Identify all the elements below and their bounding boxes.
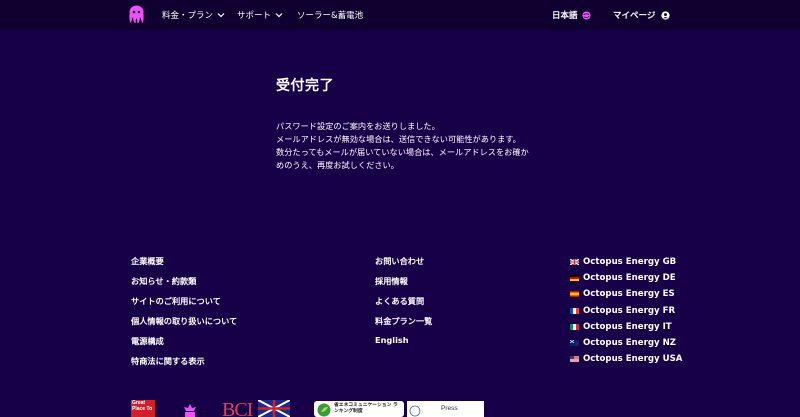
footer-link-contact[interactable]: お問い合わせ bbox=[375, 255, 432, 275]
country-link-it[interactable]: Octopus Energy IT bbox=[570, 319, 682, 335]
nav-pricing[interactable]: 料金・プラン bbox=[162, 9, 225, 21]
nav-pricing-label: 料金・プラン bbox=[162, 11, 214, 21]
flag-gb-icon bbox=[570, 259, 579, 266]
user-icon bbox=[661, 10, 670, 20]
nav-solar-label: ソーラー&蓄電池 bbox=[297, 11, 364, 21]
country-link-nz[interactable]: Octopus Energy NZ bbox=[570, 335, 682, 351]
site-header: 料金・プラン サポート ソーラー&蓄電池 日本語 マイページ bbox=[0, 0, 800, 30]
flag-de-icon bbox=[570, 275, 579, 282]
country-label: Octopus Energy NZ bbox=[583, 338, 677, 349]
footer-links-support: お問い合わせ 採用情報 よくある質問 料金プラン一覧 English bbox=[375, 255, 432, 355]
footer-country-list: Octopus Energy GB Octopus Energy DE Octo… bbox=[570, 254, 682, 367]
footer-link-careers[interactable]: 採用情報 bbox=[375, 275, 432, 295]
country-label: Octopus Energy USA bbox=[583, 354, 683, 365]
footer-link-english[interactable]: English bbox=[375, 335, 432, 355]
footer-links-company: 企業概要 お知らせ・約款類 サイトのご利用について 個人情報の取り扱いについて … bbox=[131, 255, 237, 375]
language-label: 日本語 bbox=[552, 11, 578, 21]
award-crest-icon bbox=[184, 404, 196, 417]
confirmation-panel: 受付完了 パスワード設定のご案内をお送りしました。 メールアドレスが無効な場合は… bbox=[276, 75, 536, 172]
leaf-icon bbox=[317, 403, 331, 417]
mypage-link[interactable]: マイページ bbox=[613, 9, 670, 21]
chevron-down-icon bbox=[217, 13, 225, 18]
nav-support-label: サポート bbox=[237, 11, 272, 21]
country-link-de[interactable]: Octopus Energy DE bbox=[570, 270, 682, 286]
country-label: Octopus Energy FR bbox=[583, 305, 676, 316]
press-badge-text: Press bbox=[441, 405, 458, 412]
country-link-es[interactable]: Octopus Energy ES bbox=[570, 286, 682, 302]
energy-saving-ranking-badge: 省エネコミュニケーション ランキング制度 bbox=[314, 401, 404, 417]
footer-link-privacy[interactable]: 個人情報の取り扱いについて bbox=[131, 315, 237, 335]
flag-nz-icon bbox=[570, 340, 579, 347]
message-paragraph: パスワード設定のご案内をお送りしました。 bbox=[276, 121, 440, 131]
footer-link-news[interactable]: お知らせ・約款類 bbox=[131, 275, 237, 295]
press-circle-icon bbox=[409, 405, 421, 417]
globe-icon bbox=[581, 10, 591, 20]
energy-saving-ranking-text: 省エネコミュニケーション ランキング制度 bbox=[334, 403, 398, 414]
language-switcher[interactable]: 日本語 bbox=[552, 9, 591, 21]
country-link-fr[interactable]: Octopus Energy FR bbox=[570, 303, 682, 319]
flag-us-icon bbox=[570, 356, 579, 363]
chevron-down-icon bbox=[275, 13, 283, 18]
flag-es-icon bbox=[570, 291, 579, 298]
octopus-logo-icon[interactable] bbox=[128, 5, 145, 24]
country-label: Octopus Energy GB bbox=[583, 257, 677, 268]
flag-fr-icon bbox=[570, 307, 579, 314]
message-paragraph: 数分たってもメールが届いていない場合は、メールアドレスをお確かめのうえ、再度お試… bbox=[276, 147, 529, 170]
flag-it-icon bbox=[570, 323, 579, 330]
country-link-us[interactable]: Octopus Energy USA bbox=[570, 351, 682, 367]
nav-support[interactable]: サポート bbox=[237, 9, 283, 21]
great-place-to-work-badge: Great Place To bbox=[131, 400, 155, 417]
press-badge: Press bbox=[407, 401, 484, 417]
country-label: Octopus Energy DE bbox=[583, 273, 676, 284]
nav-solar[interactable]: ソーラー&蓄電池 bbox=[297, 9, 363, 21]
page-title: 受付完了 bbox=[276, 78, 334, 94]
message-paragraph: メールアドレスが無効な場合は、送信できない可能性があります。 bbox=[276, 134, 521, 144]
country-label: Octopus Energy IT bbox=[583, 321, 672, 332]
country-link-gb[interactable]: Octopus Energy GB bbox=[570, 254, 682, 270]
mypage-label: マイページ bbox=[613, 11, 656, 21]
footer-link-plans[interactable]: 料金プラン一覧 bbox=[375, 315, 432, 335]
country-label: Octopus Energy ES bbox=[583, 289, 675, 300]
footer-link-commerce-law[interactable]: 特商法に関する表示 bbox=[131, 355, 237, 375]
footer-link-terms-of-use[interactable]: サイトのご利用について bbox=[131, 295, 237, 315]
bci-badge-text: BCI bbox=[222, 400, 253, 417]
footer-link-faq[interactable]: よくある質問 bbox=[375, 295, 432, 315]
bci-badge: BCI bbox=[222, 400, 290, 417]
footer-link-power-source[interactable]: 電源構成 bbox=[131, 335, 237, 355]
great-place-to-work-badge-text: Great Place To bbox=[132, 400, 153, 412]
union-flag-graphic-icon bbox=[258, 400, 290, 417]
footer-link-company[interactable]: 企業概要 bbox=[131, 255, 237, 275]
